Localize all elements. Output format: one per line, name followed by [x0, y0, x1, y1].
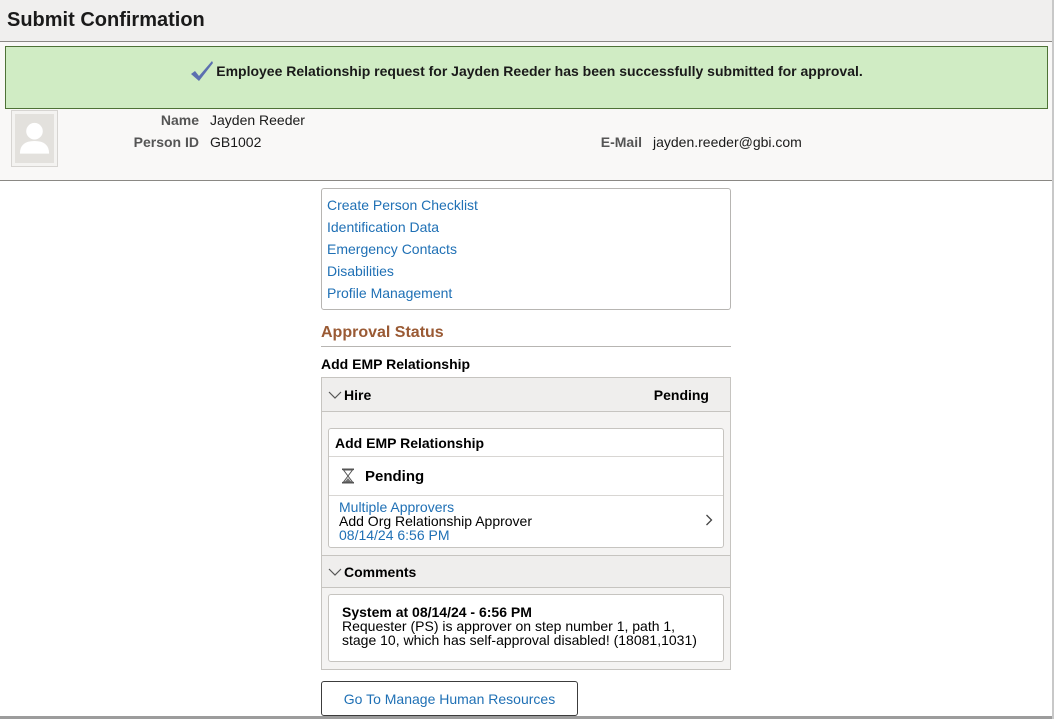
link-emergency-contacts[interactable]: Emergency Contacts [327, 238, 730, 260]
check-icon [191, 61, 214, 81]
link-create-person-checklist[interactable]: Create Person Checklist [327, 194, 730, 216]
name-label: Name [160, 112, 199, 128]
comment-text-line-2: stage 10, which has self-approval disabl… [342, 632, 697, 648]
go-to-manage-hr-button[interactable]: Go To Manage Human Resources [321, 681, 578, 716]
process-title: Add EMP Relationship [321, 356, 471, 372]
link-disabilities[interactable]: Disabilities [327, 260, 730, 282]
step-status-row: Pending [329, 457, 723, 496]
step-status-text: Pending [365, 467, 425, 485]
comment-card: System at 08/14/24 - 6:56 PM Requester (… [328, 594, 724, 662]
email-value: jayden.reeder@gbi.com [653, 134, 802, 150]
multiple-approvers-link[interactable]: Multiple Approvers [339, 500, 713, 514]
person-id-label: Person ID [133, 134, 199, 150]
approver-timestamp: 08/14/24 6:56 PM [339, 527, 450, 543]
link-identification-data[interactable]: Identification Data [327, 216, 730, 238]
hire-stage-header[interactable]: Hire Pending [322, 378, 730, 412]
hourglass-icon [342, 468, 354, 484]
email-label: E-Mail [600, 134, 642, 150]
comment-author: System at 08/14/24 - 6:56 PM [342, 604, 532, 620]
person-silhouette-icon [19, 122, 50, 154]
chevron-down-icon [328, 568, 342, 576]
chevron-right-icon[interactable] [705, 514, 713, 526]
approval-step-card: Add EMP Relationship Pending Multiple Ap… [328, 428, 724, 548]
name-value: Jayden Reeder [210, 112, 305, 128]
related-links-box: Create Person Checklist Identification D… [321, 188, 731, 310]
chevron-down-icon [328, 391, 342, 399]
success-message: Employee Relationship request for Jayden… [216, 63, 863, 79]
page-title: Submit Confirmation [7, 9, 205, 31]
stage-label: Hire [344, 386, 372, 403]
comments-header[interactable]: Comments [322, 555, 730, 588]
approver-row[interactable]: Multiple Approvers Add Org Relationship … [329, 496, 723, 546]
comments-label: Comments [344, 563, 417, 580]
hire-stage-panel: Hire Pending Add EMP Relationship Pendin… [321, 377, 731, 670]
success-banner: Employee Relationship request for Jayden… [5, 46, 1048, 109]
stage-status: Pending [653, 386, 709, 403]
person-id-value: GB1002 [210, 134, 262, 150]
comment-text-line-1: Requester (PS) is approver on step numbe… [342, 618, 676, 634]
page-header: Submit Confirmation [0, 0, 1054, 42]
approver-role: Add Org Relationship Approver [339, 513, 532, 529]
avatar [11, 110, 58, 167]
approval-status-heading: Approval Status [321, 324, 731, 347]
step-title: Add EMP Relationship [329, 429, 723, 457]
link-profile-management[interactable]: Profile Management [327, 282, 730, 304]
